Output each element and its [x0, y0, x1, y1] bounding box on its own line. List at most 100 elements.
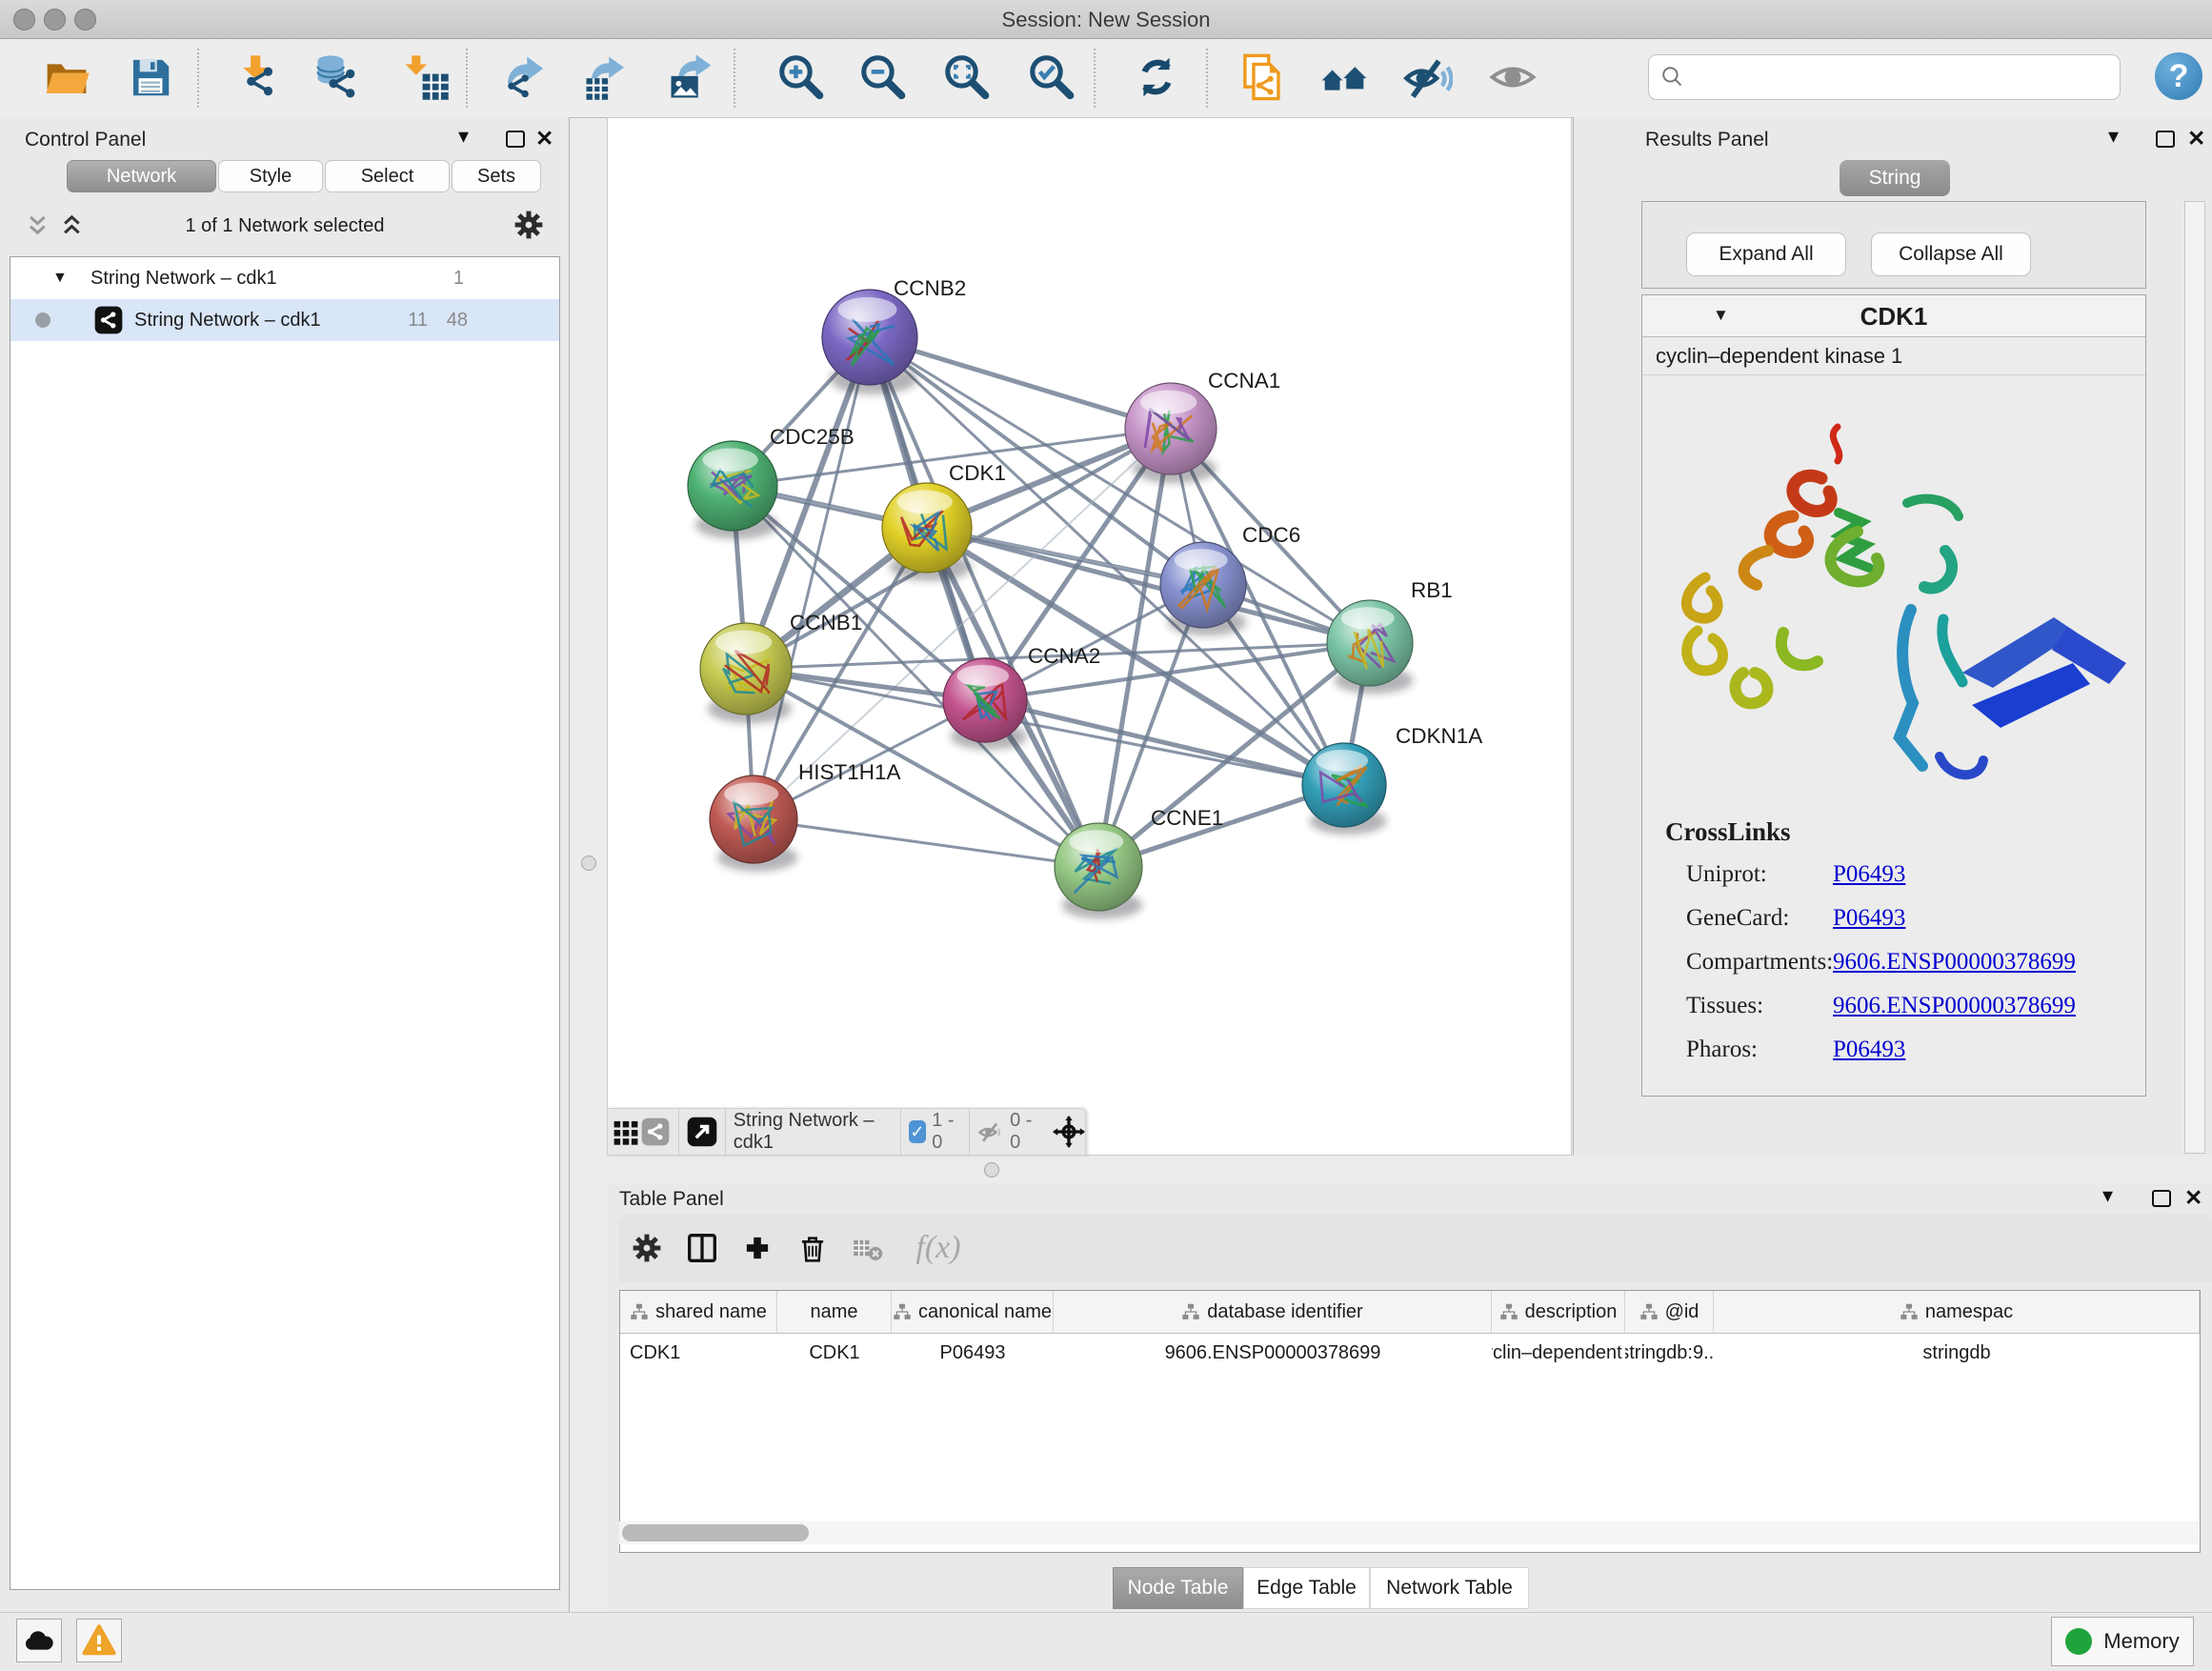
node-CCNB2[interactable]: [822, 290, 917, 385]
crosslink-link[interactable]: P06493: [1833, 1037, 1905, 1063]
table-cell: cyclin–dependent ...: [1492, 1334, 1625, 1372]
string-badge-icon[interactable]: [641, 1104, 671, 1159]
left-splitter-handle[interactable]: [581, 856, 596, 871]
column-header-shared-name[interactable]: shared name: [620, 1291, 777, 1333]
tab-node-table[interactable]: Node Table: [1113, 1567, 1243, 1609]
crosslinks-list: Uniprot:P06493GeneCard:P06493Compartment…: [1642, 854, 2145, 1073]
tab-string[interactable]: String: [1840, 160, 1950, 196]
help-button[interactable]: ?: [2155, 52, 2202, 100]
tab-style[interactable]: Style: [218, 160, 323, 192]
tab-network[interactable]: Network: [67, 160, 216, 192]
network-view-canvas[interactable]: CCNB2CCNA1CDC25BCDK1CDC6RB1CCNB1CCNA2CDK…: [607, 117, 1572, 1156]
add-column-icon[interactable]: [730, 1220, 785, 1276]
node-CCNB1[interactable]: [700, 623, 792, 715]
function-builder-icon[interactable]: f(x): [915, 1230, 960, 1266]
birdseye-view-icon[interactable]: [687, 1104, 717, 1159]
column-header-name[interactable]: name: [777, 1291, 892, 1333]
panel-close-icon[interactable]: ✕: [2187, 126, 2205, 151]
zoom-out-icon[interactable]: [855, 50, 909, 104]
column-header-namespac[interactable]: namespac: [1714, 1291, 2200, 1333]
tab-network-table[interactable]: Network Table: [1370, 1567, 1529, 1609]
import-database-icon[interactable]: [312, 50, 365, 104]
tab-sets[interactable]: Sets: [452, 160, 541, 192]
panel-float-icon[interactable]: [2156, 131, 2175, 148]
crosslink-label: Uniprot:: [1686, 861, 1767, 888]
table-row[interactable]: CDK1CDK1P064939606.ENSP00000378699cyclin…: [620, 1334, 2200, 1372]
node-CCNA1[interactable]: [1125, 383, 1217, 474]
network-collection-row[interactable]: ▼ String Network – cdk1 1: [10, 257, 559, 299]
import-network-icon[interactable]: [231, 50, 285, 104]
string-home-icon[interactable]: [1317, 50, 1371, 104]
column-header-canonical-name[interactable]: canonical name: [892, 1291, 1054, 1333]
table-horizontal-scrollbar[interactable]: [619, 1521, 2199, 1544]
crosslink-link[interactable]: 9606.ENSP00000378699: [1833, 949, 2076, 976]
import-table-icon[interactable]: [399, 50, 452, 104]
panel-menu-icon[interactable]: ▾: [458, 127, 469, 146]
tab-select[interactable]: Select: [325, 160, 450, 192]
crosslink-label: GeneCard:: [1686, 905, 1789, 932]
collapse-all-button[interactable]: Collapse All: [1871, 232, 2031, 276]
crosslink-link[interactable]: P06493: [1833, 861, 1905, 888]
panel-menu-icon[interactable]: ▾: [2108, 127, 2119, 146]
column-header-description[interactable]: description: [1492, 1291, 1625, 1333]
node-HIST1H1A[interactable]: [710, 775, 797, 863]
node-RB1[interactable]: [1327, 600, 1413, 686]
crosshair-icon[interactable]: [1053, 1116, 1085, 1148]
show-columns-icon[interactable]: [674, 1220, 730, 1276]
edge-CCNA2-CDKN1A: [985, 700, 1344, 785]
panel-close-icon[interactable]: ✕: [535, 126, 553, 151]
node-CDKN1A[interactable]: [1302, 743, 1386, 827]
crosslink-label: Pharos:: [1686, 1037, 1758, 1063]
title-bar: Session: New Session: [0, 0, 2212, 39]
selected-checkbox[interactable]: ✓: [909, 1120, 927, 1143]
warning-button[interactable]: [76, 1619, 122, 1662]
gene-entry-header[interactable]: ▼ CDK1: [1642, 295, 2145, 337]
delete-table-icon[interactable]: [840, 1220, 895, 1276]
panel-close-icon[interactable]: ✕: [2184, 1185, 2202, 1211]
table-cell: stringdb:9...: [1625, 1334, 1714, 1372]
node-CDC6[interactable]: [1160, 542, 1246, 628]
node-CCNA2[interactable]: [943, 658, 1027, 742]
node-label-RB1: RB1: [1411, 578, 1453, 602]
collapse-arrow-icon[interactable]: ▼: [52, 270, 68, 287]
panel-menu-icon[interactable]: ▾: [2102, 1186, 2113, 1205]
export-network-icon[interactable]: [498, 50, 552, 104]
network-row[interactable]: String Network – cdk1 11 48: [10, 299, 559, 341]
refresh-icon[interactable]: [1130, 50, 1183, 104]
save-session-icon[interactable]: [124, 50, 177, 104]
memory-button[interactable]: Memory: [2051, 1617, 2194, 1666]
gear-icon[interactable]: [619, 1220, 674, 1276]
zoom-in-icon[interactable]: [774, 50, 827, 104]
tab-edge-table[interactable]: Edge Table: [1243, 1567, 1370, 1609]
column-header--id[interactable]: @id: [1625, 1291, 1714, 1333]
network-tree: ▼ String Network – cdk1 1 String Network…: [10, 256, 560, 1590]
node-CDC25B[interactable]: [688, 441, 777, 531]
crosslink-link[interactable]: 9606.ENSP00000378699: [1833, 993, 2076, 1019]
clone-network-icon[interactable]: [1236, 50, 1289, 104]
zoom-selected-icon[interactable]: [1024, 50, 1077, 104]
gene-symbol: CDK1: [1642, 302, 2145, 332]
zoom-fit-icon[interactable]: [939, 50, 993, 104]
search-input[interactable]: [1687, 66, 2101, 90]
scrollbar-thumb[interactable]: [622, 1524, 809, 1541]
cloud-button[interactable]: [16, 1619, 62, 1662]
node-CCNE1[interactable]: [1055, 823, 1142, 911]
delete-column-icon[interactable]: [785, 1220, 840, 1276]
expand-all-button[interactable]: Expand All: [1686, 232, 1846, 276]
export-table-icon[interactable]: [580, 50, 633, 104]
hide-panel-icon[interactable]: [1401, 50, 1455, 104]
panel-float-icon[interactable]: [2152, 1190, 2171, 1207]
node-CDK1[interactable]: [882, 483, 972, 573]
export-image-icon[interactable]: [665, 50, 718, 104]
column-header-database-identifier[interactable]: database identifier: [1054, 1291, 1492, 1333]
results-scrollbar[interactable]: [2184, 201, 2205, 1154]
panel-float-icon[interactable]: [506, 131, 525, 148]
open-session-icon[interactable]: [40, 50, 93, 104]
crosslink-link[interactable]: P06493: [1833, 905, 1905, 932]
gear-icon[interactable]: [514, 211, 543, 239]
node-label-CDC6: CDC6: [1242, 523, 1300, 547]
grid-view-icon[interactable]: [612, 1104, 641, 1159]
show-panel-icon[interactable]: [1486, 50, 1539, 104]
table-panel: Table Panel ▾ ✕ f(x) shared namenamecano…: [607, 1183, 2212, 1612]
bottom-splitter-handle[interactable]: [984, 1162, 999, 1178]
